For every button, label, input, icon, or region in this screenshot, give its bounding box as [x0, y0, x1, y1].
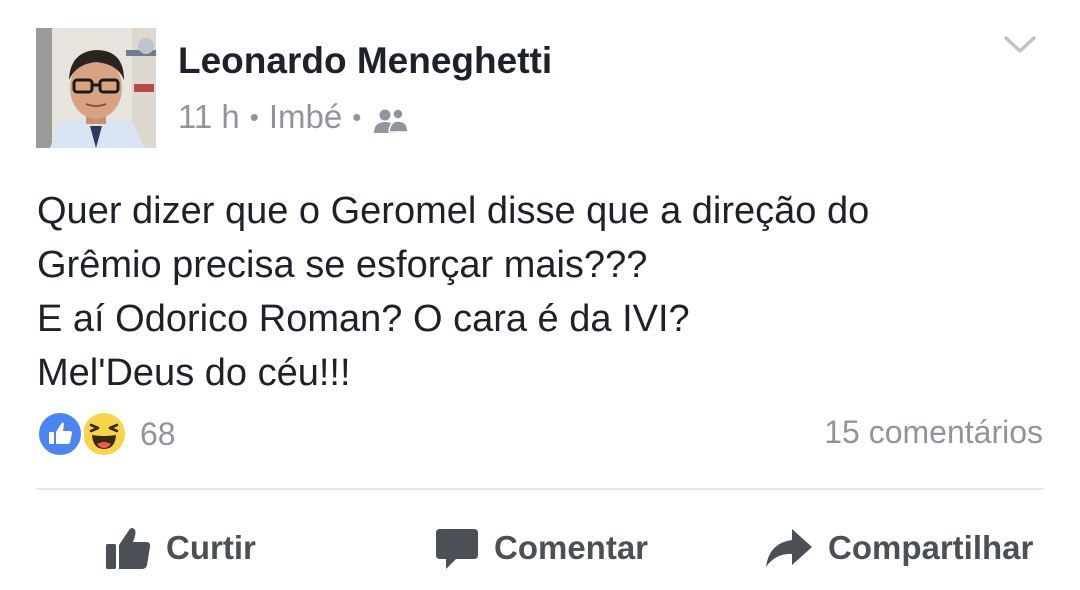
meta-separator-2: •	[352, 101, 362, 132]
like-reaction-icon	[36, 410, 84, 458]
reactions-summary[interactable]: 68	[36, 410, 176, 458]
meta-separator: •	[249, 101, 259, 132]
divider	[36, 488, 1044, 490]
author-name[interactable]: Leonardo Meneghetti	[178, 40, 552, 82]
share-arrow-icon	[766, 529, 812, 567]
avatar-photo	[36, 28, 156, 148]
haha-reaction-icon	[80, 410, 128, 458]
author-avatar[interactable]	[36, 28, 156, 148]
chevron-down-icon[interactable]	[1002, 32, 1038, 58]
post-text-line: E aí Odorico Roman? O cara é da IVI?	[37, 298, 690, 340]
post-text-line: Quer dizer que o Geromel disse que a dir…	[37, 190, 870, 232]
comment-button[interactable]: Comentar	[434, 520, 648, 576]
friends-icon[interactable]	[373, 104, 410, 133]
reaction-count[interactable]: 68	[140, 416, 176, 453]
comments-count[interactable]: 15 comentários	[824, 414, 1043, 451]
post-text: Quer dizer que o Geromel disse que a dir…	[37, 184, 1047, 400]
thumbs-up-icon	[106, 528, 151, 569]
like-button-label: Curtir	[166, 529, 256, 566]
post-text-line: Grêmio precisa se esforçar mais???	[37, 244, 648, 286]
comment-icon	[436, 529, 478, 569]
comment-button-label: Comentar	[494, 529, 649, 566]
post-text-line: Mel'Deus do céu!!!	[37, 352, 351, 394]
post-meta: 11 h • Imbé •	[178, 98, 410, 136]
share-button[interactable]: Compartilhar	[764, 520, 1033, 576]
facebook-post: Leonardo Meneghetti 11 h • Imbé • Quer d…	[0, 0, 1080, 590]
post-time[interactable]: 11 h	[178, 98, 240, 136]
like-button[interactable]: Curtir	[104, 520, 256, 576]
post-location[interactable]: Imbé	[269, 98, 342, 136]
share-button-label: Compartilhar	[828, 529, 1034, 566]
